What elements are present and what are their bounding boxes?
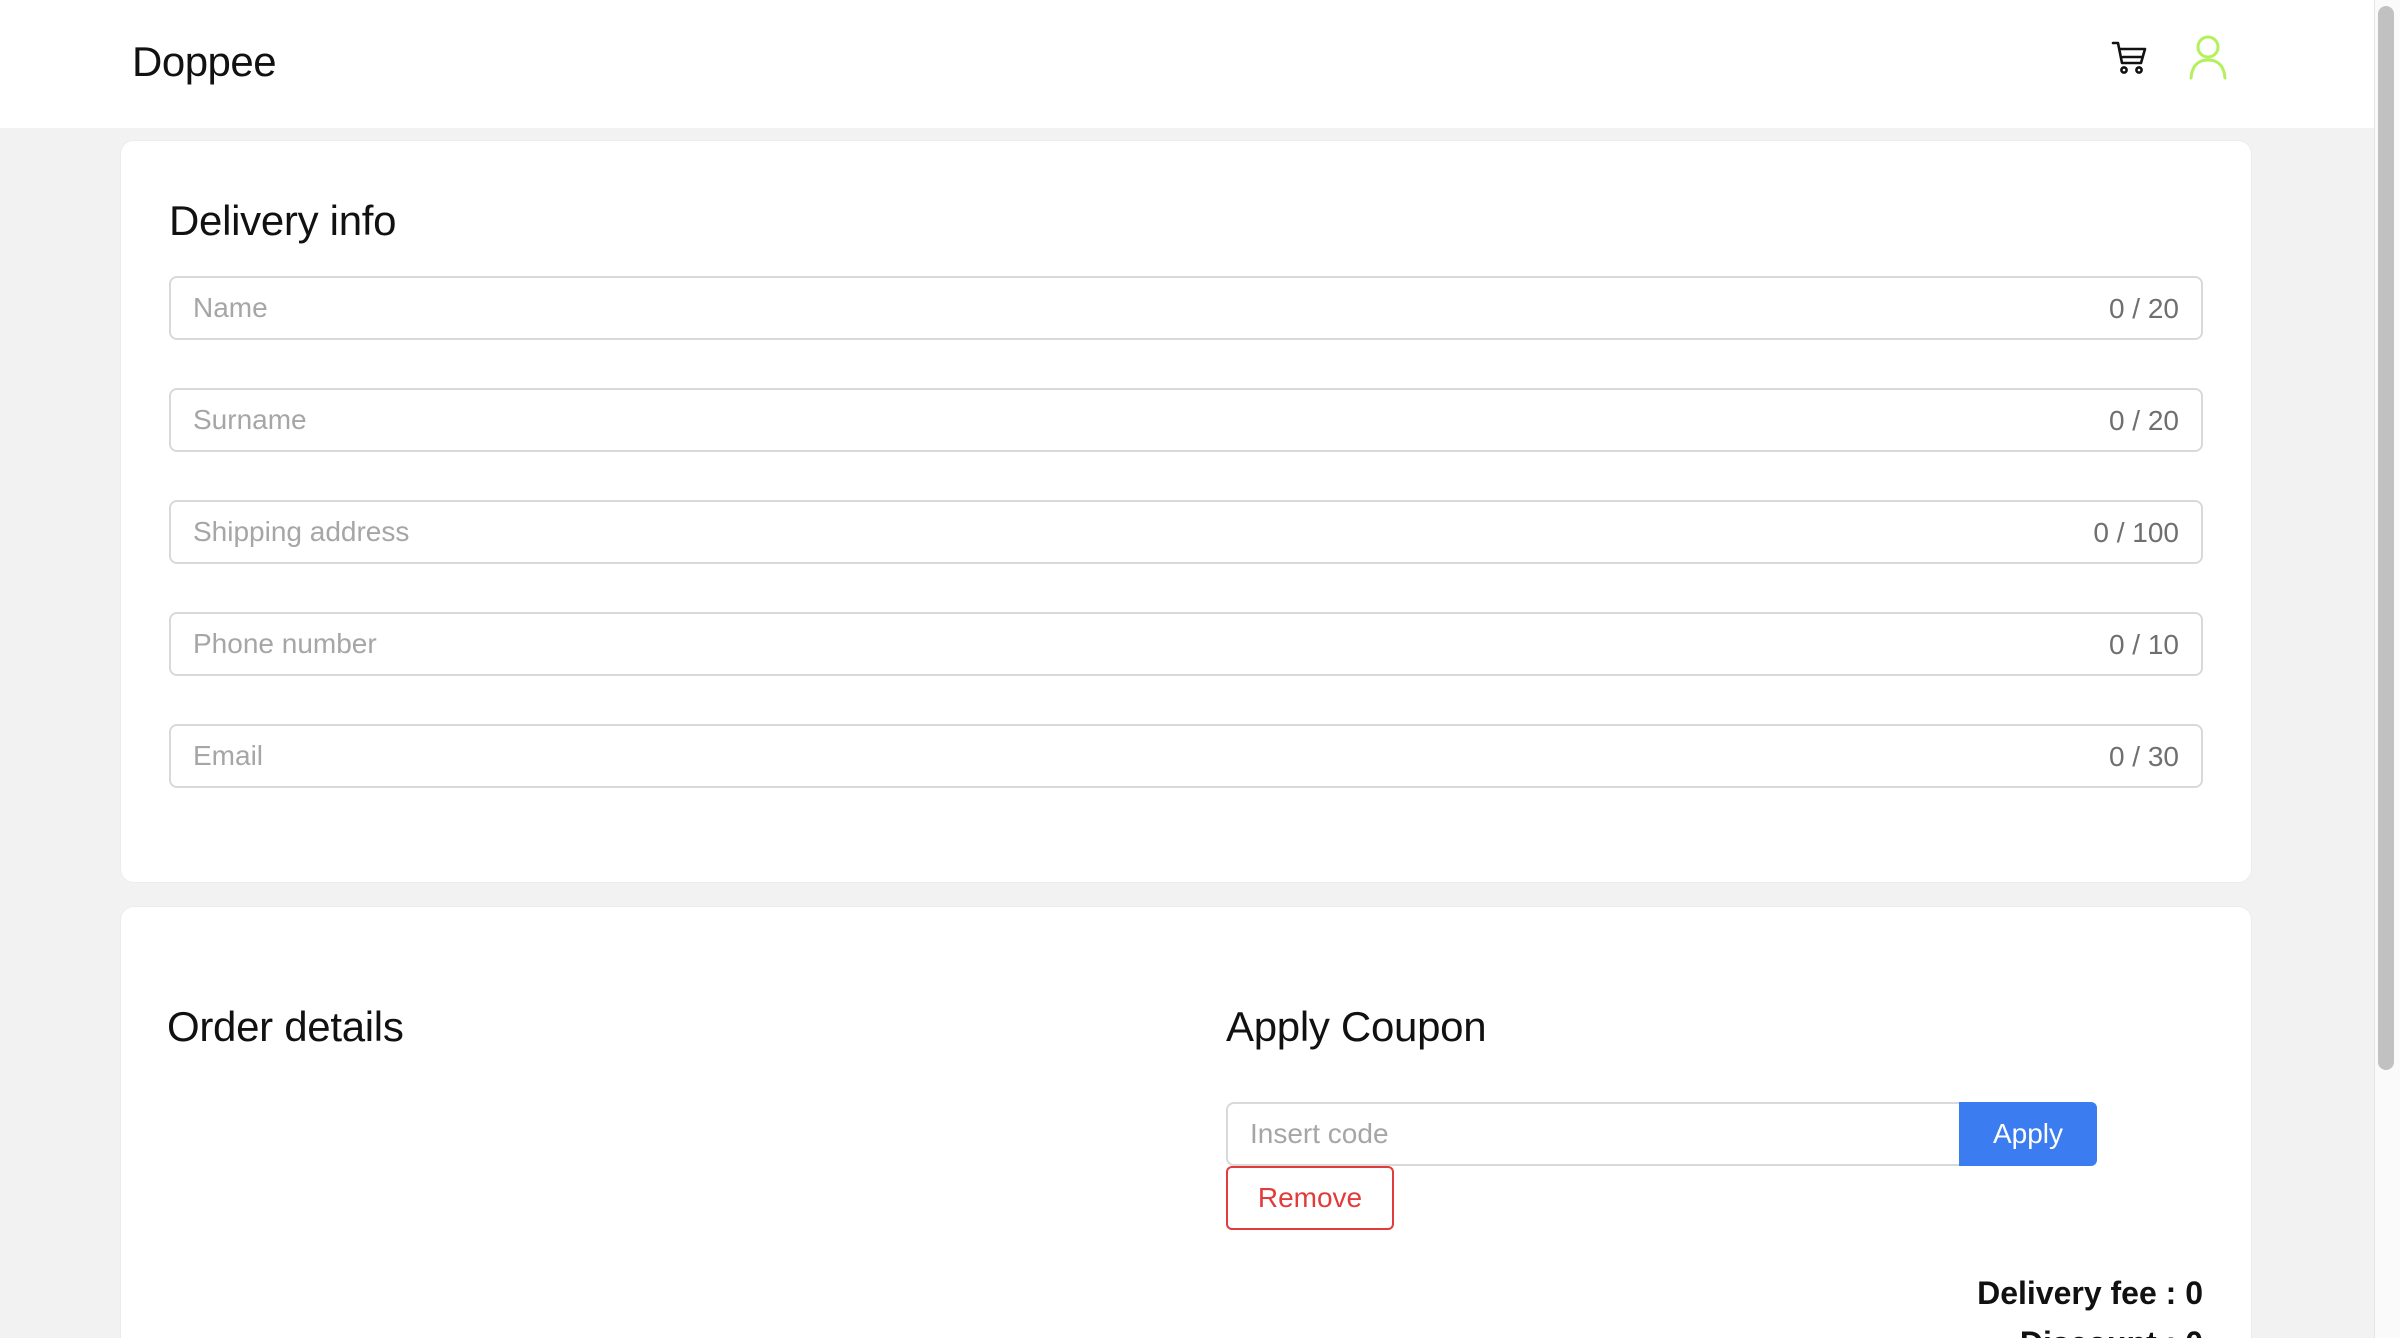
surname-char-counter: 0 / 20 xyxy=(2108,405,2179,436)
user-icon[interactable] xyxy=(2188,34,2228,80)
name-input[interactable] xyxy=(171,278,2201,338)
shipping-address-input[interactable] xyxy=(171,502,2201,562)
brand-logo[interactable]: Doppee xyxy=(132,38,277,86)
surname-input[interactable] xyxy=(171,390,2201,450)
order-details-title: Order details xyxy=(167,1003,404,1050)
order-card: Order details Apply Coupon Apply Remove … xyxy=(120,906,2252,1338)
discount-summary: Discount : 0 xyxy=(2020,1325,2203,1338)
apply-coupon-title: Apply Coupon xyxy=(1226,1003,1487,1050)
delivery-info-title: Delivery info xyxy=(169,197,397,244)
email-input[interactable] xyxy=(171,726,2201,786)
page-scrollbar-thumb[interactable] xyxy=(2378,6,2394,1070)
shipping-address-char-counter: 0 / 100 xyxy=(2093,517,2179,548)
phone-number-field[interactable]: 0 / 10 xyxy=(169,612,2203,676)
remove-coupon-button[interactable]: Remove xyxy=(1226,1166,1394,1230)
delivery-info-card: Delivery info 0 / 20 0 / 20 0 / 100 0 / … xyxy=(120,140,2252,883)
coupon-code-input[interactable] xyxy=(1228,1104,1959,1164)
name-field[interactable]: 0 / 20 xyxy=(169,276,2203,340)
apply-coupon-button[interactable]: Apply xyxy=(1959,1102,2097,1166)
phone-number-char-counter: 0 / 10 xyxy=(2108,629,2179,660)
shipping-address-field[interactable]: 0 / 100 xyxy=(169,500,2203,564)
delivery-fee-summary: Delivery fee : 0 xyxy=(1977,1275,2203,1311)
surname-field[interactable]: 0 / 20 xyxy=(169,388,2203,452)
phone-number-input[interactable] xyxy=(171,614,2201,674)
name-char-counter: 0 / 20 xyxy=(2108,293,2179,324)
cart-icon[interactable] xyxy=(2110,38,2150,78)
top-header: Doppee xyxy=(0,0,2374,128)
email-char-counter: 0 / 30 xyxy=(2108,741,2179,772)
coupon-code-field[interactable] xyxy=(1226,1102,1959,1166)
email-field[interactable]: 0 / 30 xyxy=(169,724,2203,788)
